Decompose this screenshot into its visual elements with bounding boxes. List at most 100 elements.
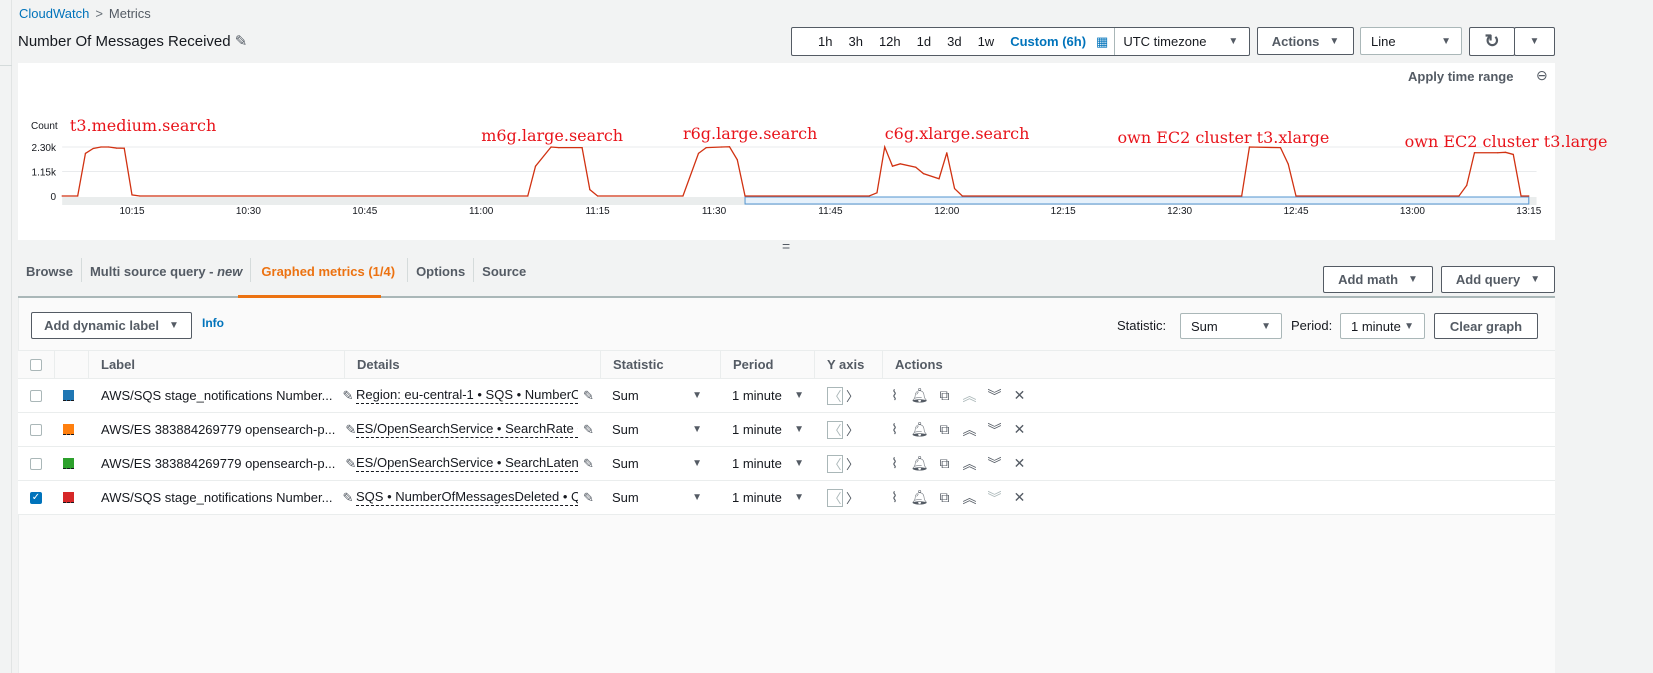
period-dropdown[interactable]: 1 minute ▼ — [732, 481, 804, 514]
period-select[interactable]: 1 minute ▼ — [1340, 313, 1425, 339]
move-down-icon[interactable]: ︾ — [982, 386, 1007, 406]
remove-icon[interactable]: ✕ — [1007, 455, 1032, 472]
add-dynamic-label-button[interactable]: Add dynamic label ▼ — [31, 312, 192, 339]
duplicate-icon[interactable]: ⧉ — [932, 455, 957, 472]
edit-icon[interactable]: ✎ — [345, 422, 356, 438]
move-up-icon[interactable]: ︽ — [957, 386, 982, 406]
data-point — [884, 146, 886, 148]
graph-only-this-icon[interactable]: ⌇ — [882, 489, 907, 506]
add-math-button[interactable]: Add math ▼ — [1323, 266, 1433, 293]
series-color-swatch[interactable] — [63, 390, 74, 401]
alarm-bell-icon[interactable]: 🔔︎ — [907, 489, 932, 506]
move-down-icon[interactable]: ︾ — [982, 420, 1007, 440]
move-down-icon[interactable]: ︾ — [982, 488, 1007, 508]
alarm-bell-icon[interactable]: 🔔︎ — [907, 421, 932, 438]
period-dropdown[interactable]: 1 minute ▼ — [732, 379, 804, 412]
x-tick-label: 11:45 — [818, 206, 843, 217]
add-query-button[interactable]: Add query ▼ — [1441, 266, 1555, 293]
duplicate-icon[interactable]: ⧉ — [932, 421, 957, 438]
select-all-checkbox[interactable] — [30, 358, 42, 371]
add-math-label: Add math — [1338, 272, 1399, 287]
remove-icon[interactable]: ✕ — [1007, 387, 1032, 404]
y-axis-right-icon[interactable]: 〉 — [846, 386, 859, 405]
column-statistic[interactable]: Statistic — [600, 351, 664, 378]
metric-row: ✓ AWS/SQS stage_notifications Number... ✎… — [18, 481, 1555, 515]
metric-details[interactable]: SQS • NumberOfMessagesDeleted • Queu — [356, 489, 578, 506]
y-axis-right-icon[interactable]: 〉 — [846, 488, 859, 507]
column-details[interactable]: Details — [344, 351, 400, 378]
statistic-dropdown[interactable]: Sum ▼ — [612, 447, 702, 480]
move-up-icon[interactable]: ︽ — [957, 488, 982, 508]
statistic-dropdown[interactable]: Sum ▼ — [612, 413, 702, 446]
data-point — [558, 147, 560, 149]
move-up-icon[interactable]: ︽ — [957, 454, 982, 474]
metric-label[interactable]: AWS/SQS stage_notifications Number... — [101, 388, 332, 403]
y-axis-left-icon[interactable]: 〈 — [827, 420, 843, 439]
y-axis-left-icon[interactable]: 〈 — [827, 488, 843, 507]
series-color-swatch[interactable] — [63, 458, 74, 469]
remove-icon[interactable]: ✕ — [1007, 421, 1032, 438]
y-axis-right-icon[interactable]: 〉 — [846, 420, 859, 439]
data-point — [115, 147, 118, 149]
metric-label[interactable]: AWS/ES 383884269779 opensearch-p... — [101, 456, 335, 471]
row-checkbox[interactable] — [30, 389, 42, 402]
statistic-dropdown[interactable]: Sum ▼ — [612, 481, 702, 514]
line-chart: 0 1.15k 2.30k Count 10:15 10:30 10:45 11:00 11:1… — [31, 121, 1542, 217]
edit-icon[interactable]: ✎ — [583, 490, 594, 506]
tab-browse[interactable]: Browse — [18, 258, 82, 282]
tab-multi-source-query[interactable]: Multi source query - new — [82, 258, 252, 282]
remove-icon[interactable]: ✕ — [1007, 489, 1032, 506]
duplicate-icon[interactable]: ⧉ — [932, 387, 957, 404]
metric-details[interactable]: Region: eu-central-1 • SQS • NumberOfM — [356, 387, 578, 404]
y-tick-label: 2.30k — [32, 143, 57, 154]
statistic-select[interactable]: Sum ▼ — [1180, 313, 1282, 339]
move-up-icon[interactable]: ︽ — [957, 420, 982, 440]
x-tick-label: 10:15 — [119, 206, 144, 217]
series-color-swatch[interactable] — [63, 492, 74, 503]
edit-icon[interactable]: ✎ — [345, 456, 356, 472]
data-point — [899, 163, 901, 165]
add-dynamic-label-text: Add dynamic label — [44, 318, 159, 333]
statistic-dropdown[interactable]: Sum ▼ — [612, 379, 702, 412]
info-link[interactable]: Info — [202, 316, 224, 330]
alarm-bell-icon[interactable]: 🔔︎ — [907, 387, 932, 404]
move-down-icon[interactable]: ︾ — [982, 454, 1007, 474]
edit-icon[interactable]: ✎ — [583, 456, 594, 472]
metric-row: AWS/SQS stage_notifications Number... ✎ R… — [18, 379, 1555, 413]
tab-label: Options — [416, 264, 466, 279]
duplicate-icon[interactable]: ⧉ — [932, 489, 957, 506]
period-dropdown[interactable]: 1 minute ▼ — [732, 447, 804, 480]
row-checkbox[interactable] — [30, 423, 42, 436]
metric-label[interactable]: AWS/ES 383884269779 opensearch-p... — [101, 422, 335, 437]
add-query-label: Add query — [1455, 272, 1521, 287]
column-label[interactable]: Label — [88, 351, 135, 378]
tab-source[interactable]: Source — [474, 258, 534, 282]
alarm-bell-icon[interactable]: 🔔︎ — [907, 455, 932, 472]
y-axis-left-icon[interactable]: 〈 — [827, 386, 843, 405]
row-checkbox[interactable] — [30, 457, 42, 470]
clear-graph-button[interactable]: Clear graph — [1434, 313, 1538, 339]
column-period[interactable]: Period — [720, 351, 773, 378]
tab-options[interactable]: Options — [407, 258, 475, 282]
resize-handle[interactable]: = — [782, 238, 790, 254]
metric-details[interactable]: ES/OpenSearchService • SearchRate • Do — [356, 421, 578, 438]
graph-only-this-icon[interactable]: ⌇ — [882, 387, 907, 404]
edit-icon[interactable]: ✎ — [342, 388, 353, 404]
metric-label[interactable]: AWS/SQS stage_notifications Number... — [101, 490, 332, 505]
edit-icon[interactable]: ✎ — [342, 490, 353, 506]
graph-only-this-icon[interactable]: ⌇ — [882, 455, 907, 472]
period-value: 1 minute — [1351, 318, 1401, 334]
y-axis-right-icon[interactable]: 〉 — [846, 454, 859, 473]
metric-details[interactable]: ES/OpenSearchService • SearchLatency • — [356, 455, 578, 472]
edit-icon[interactable]: ✎ — [583, 388, 594, 404]
y-axis-left-icon[interactable]: 〈 — [827, 454, 843, 473]
row-checkbox[interactable]: ✓ — [30, 491, 42, 504]
graph-only-this-icon[interactable]: ⌇ — [882, 421, 907, 438]
series-color-swatch[interactable] — [63, 424, 74, 435]
period-dropdown[interactable]: 1 minute ▼ — [732, 413, 804, 446]
tab-graphed-metrics[interactable]: Graphed metrics (1/4) — [251, 258, 407, 282]
data-point — [961, 195, 963, 197]
edit-icon[interactable]: ✎ — [583, 422, 594, 438]
data-point — [77, 195, 79, 197]
data-point — [1520, 195, 1522, 197]
